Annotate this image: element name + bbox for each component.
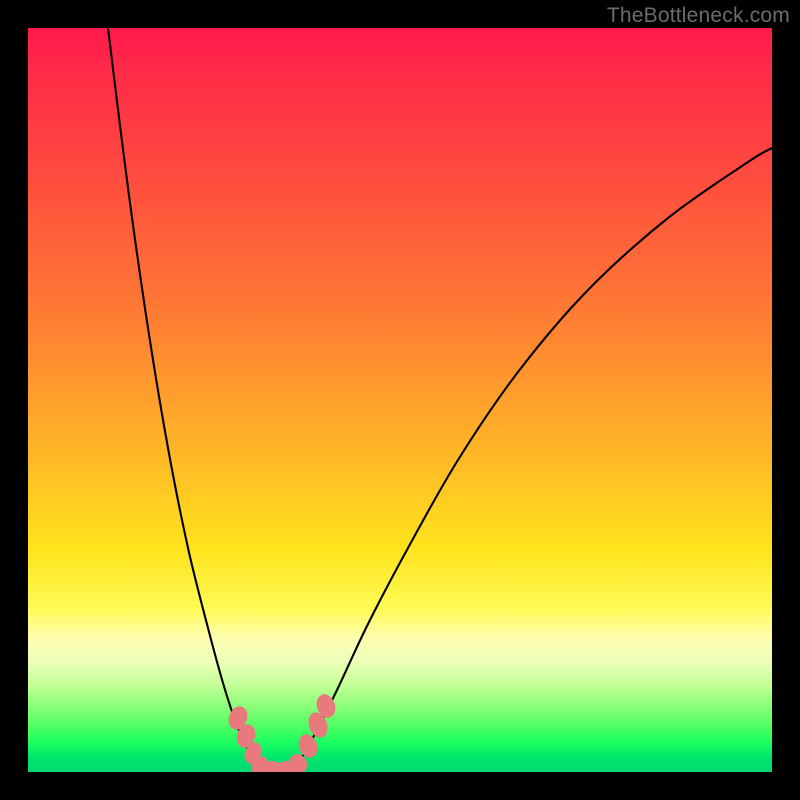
curve-left-branch [108, 28, 256, 768]
trough-markers [225, 692, 338, 772]
curve-right-branch [296, 148, 772, 768]
chart-frame: TheBottleneck.com [0, 0, 800, 800]
watermark-text: TheBottleneck.com [607, 4, 790, 28]
curve-layer [28, 28, 772, 772]
plot-area [28, 28, 772, 772]
